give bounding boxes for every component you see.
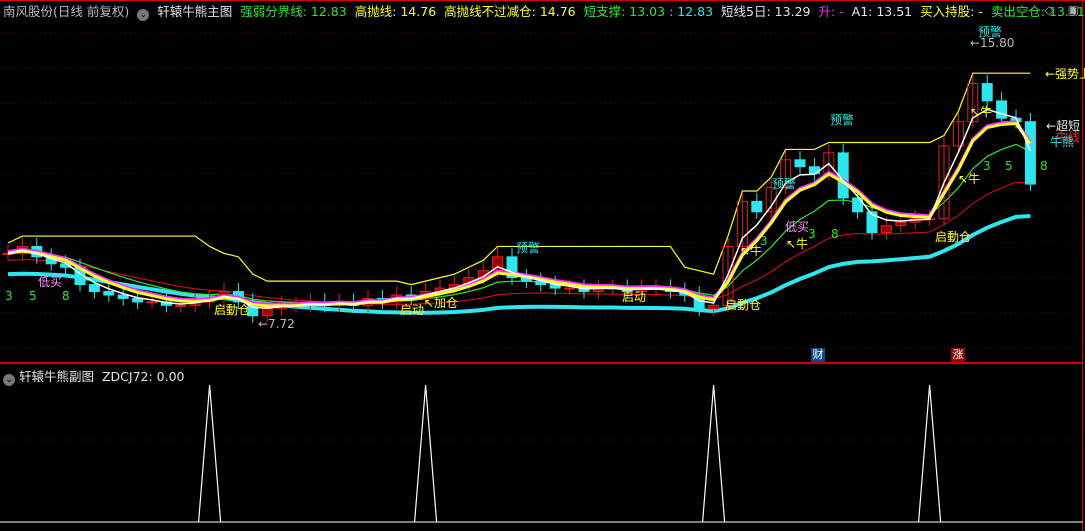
label-strong: ←强势上	[1045, 67, 1085, 81]
label-bull: ↖牛	[970, 105, 993, 119]
label-5: 5	[1005, 159, 1013, 173]
label-8: 8	[62, 289, 70, 303]
label-3: 3	[808, 227, 816, 241]
label-warning: 预警	[830, 113, 855, 127]
label-bull: ↖牛	[786, 237, 809, 251]
label-8: 8	[831, 227, 839, 241]
label-start: 启动	[622, 290, 647, 304]
label-add: ↖加仓	[424, 296, 459, 310]
label-low-buy: 低买	[785, 220, 810, 234]
label-high-price: ←15.80	[970, 36, 1015, 50]
label-start: 启动	[400, 303, 425, 317]
label-bull: ↖牛	[958, 172, 981, 186]
label-start-add: 启動仓	[214, 303, 251, 317]
signal-spike	[702, 384, 726, 523]
finance-marker[interactable]: 财	[811, 348, 825, 362]
signal-spike	[198, 384, 222, 523]
label-bull: ↖牛	[740, 244, 763, 258]
label-start-add: 启動仓	[935, 230, 972, 244]
sub-chart[interactable]	[0, 0, 1083, 531]
label-3: 3	[760, 234, 768, 248]
label-3: 3	[983, 159, 991, 173]
label-warning: 预警	[516, 241, 541, 255]
sub-chart-header: ⌄ 轩辕牛熊副图 ZDCJ72: 0.00	[3, 366, 185, 386]
label-warning: 预警	[772, 177, 797, 191]
label-bull-bear: 牛熊	[1050, 135, 1075, 149]
sub-indicator-dropdown-icon[interactable]: ⌄	[3, 374, 15, 386]
label-3: 3	[5, 289, 13, 303]
label-start-add: 启動仓	[725, 298, 762, 312]
signal-spike	[918, 384, 942, 523]
label-5: 5	[29, 289, 37, 303]
sub-indicator-value: ZDCJ72: 0.00	[101, 369, 185, 384]
label-8: 8	[1040, 159, 1048, 173]
label-low-buy: 低买	[38, 275, 63, 289]
sub-indicator-name[interactable]: 轩辕牛熊副图	[19, 369, 94, 384]
label-low-price: ←7.72	[258, 317, 295, 331]
rise-marker[interactable]: 涨	[951, 348, 965, 362]
signal-spike	[414, 384, 438, 523]
